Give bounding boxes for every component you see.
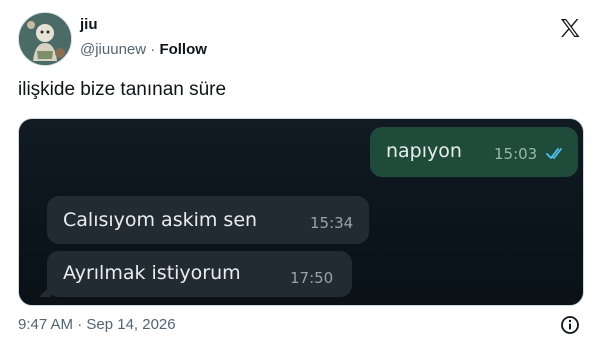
info-icon[interactable] xyxy=(560,315,580,335)
author-names: jiu @jiuunew · Follow xyxy=(80,16,207,60)
message-text: Ayrılmak istiyorum xyxy=(63,262,241,284)
author-display-name[interactable]: jiu xyxy=(80,16,207,34)
message-bubble-incoming: Ayrılmak istiyorum 17:50 xyxy=(47,251,352,297)
message-text: Calısıyom askim sen xyxy=(63,209,258,231)
message-text: napıyon xyxy=(386,140,462,162)
avatar-illustration xyxy=(19,13,71,65)
tweet-footer: 9:47 AM · Sep 14, 2026 xyxy=(18,316,582,336)
follow-button[interactable]: Follow xyxy=(159,41,207,58)
separator-dot: · xyxy=(150,41,156,58)
tweet-text: ilişkide bize tanınan süre xyxy=(18,79,227,100)
author-handle[interactable]: @jiuunew xyxy=(80,41,146,58)
message-bubble-outgoing: napıyon 15:03 xyxy=(370,127,578,177)
author-handle-row: @jiuunew · Follow xyxy=(80,40,207,60)
message-time: 15:03 xyxy=(494,145,538,163)
tweet-timestamp[interactable]: 9:47 AM · Sep 14, 2026 xyxy=(18,316,176,333)
message-time: 15:34 xyxy=(310,214,354,232)
chat-screenshot-image[interactable]: napıyon 15:03 Calısıyom askim sen 15:34 … xyxy=(18,118,584,306)
tweet-card: jiu @jiuunew · Follow ilişkide bize tanı… xyxy=(0,0,600,355)
double-check-icon xyxy=(546,148,562,159)
tweet-header: jiu @jiuunew · Follow xyxy=(18,12,584,66)
message-bubble-incoming: Calısıyom askim sen 15:34 xyxy=(47,196,369,244)
x-logo-icon[interactable] xyxy=(558,16,582,40)
message-time: 17:50 xyxy=(290,269,334,287)
avatar[interactable] xyxy=(18,12,72,66)
